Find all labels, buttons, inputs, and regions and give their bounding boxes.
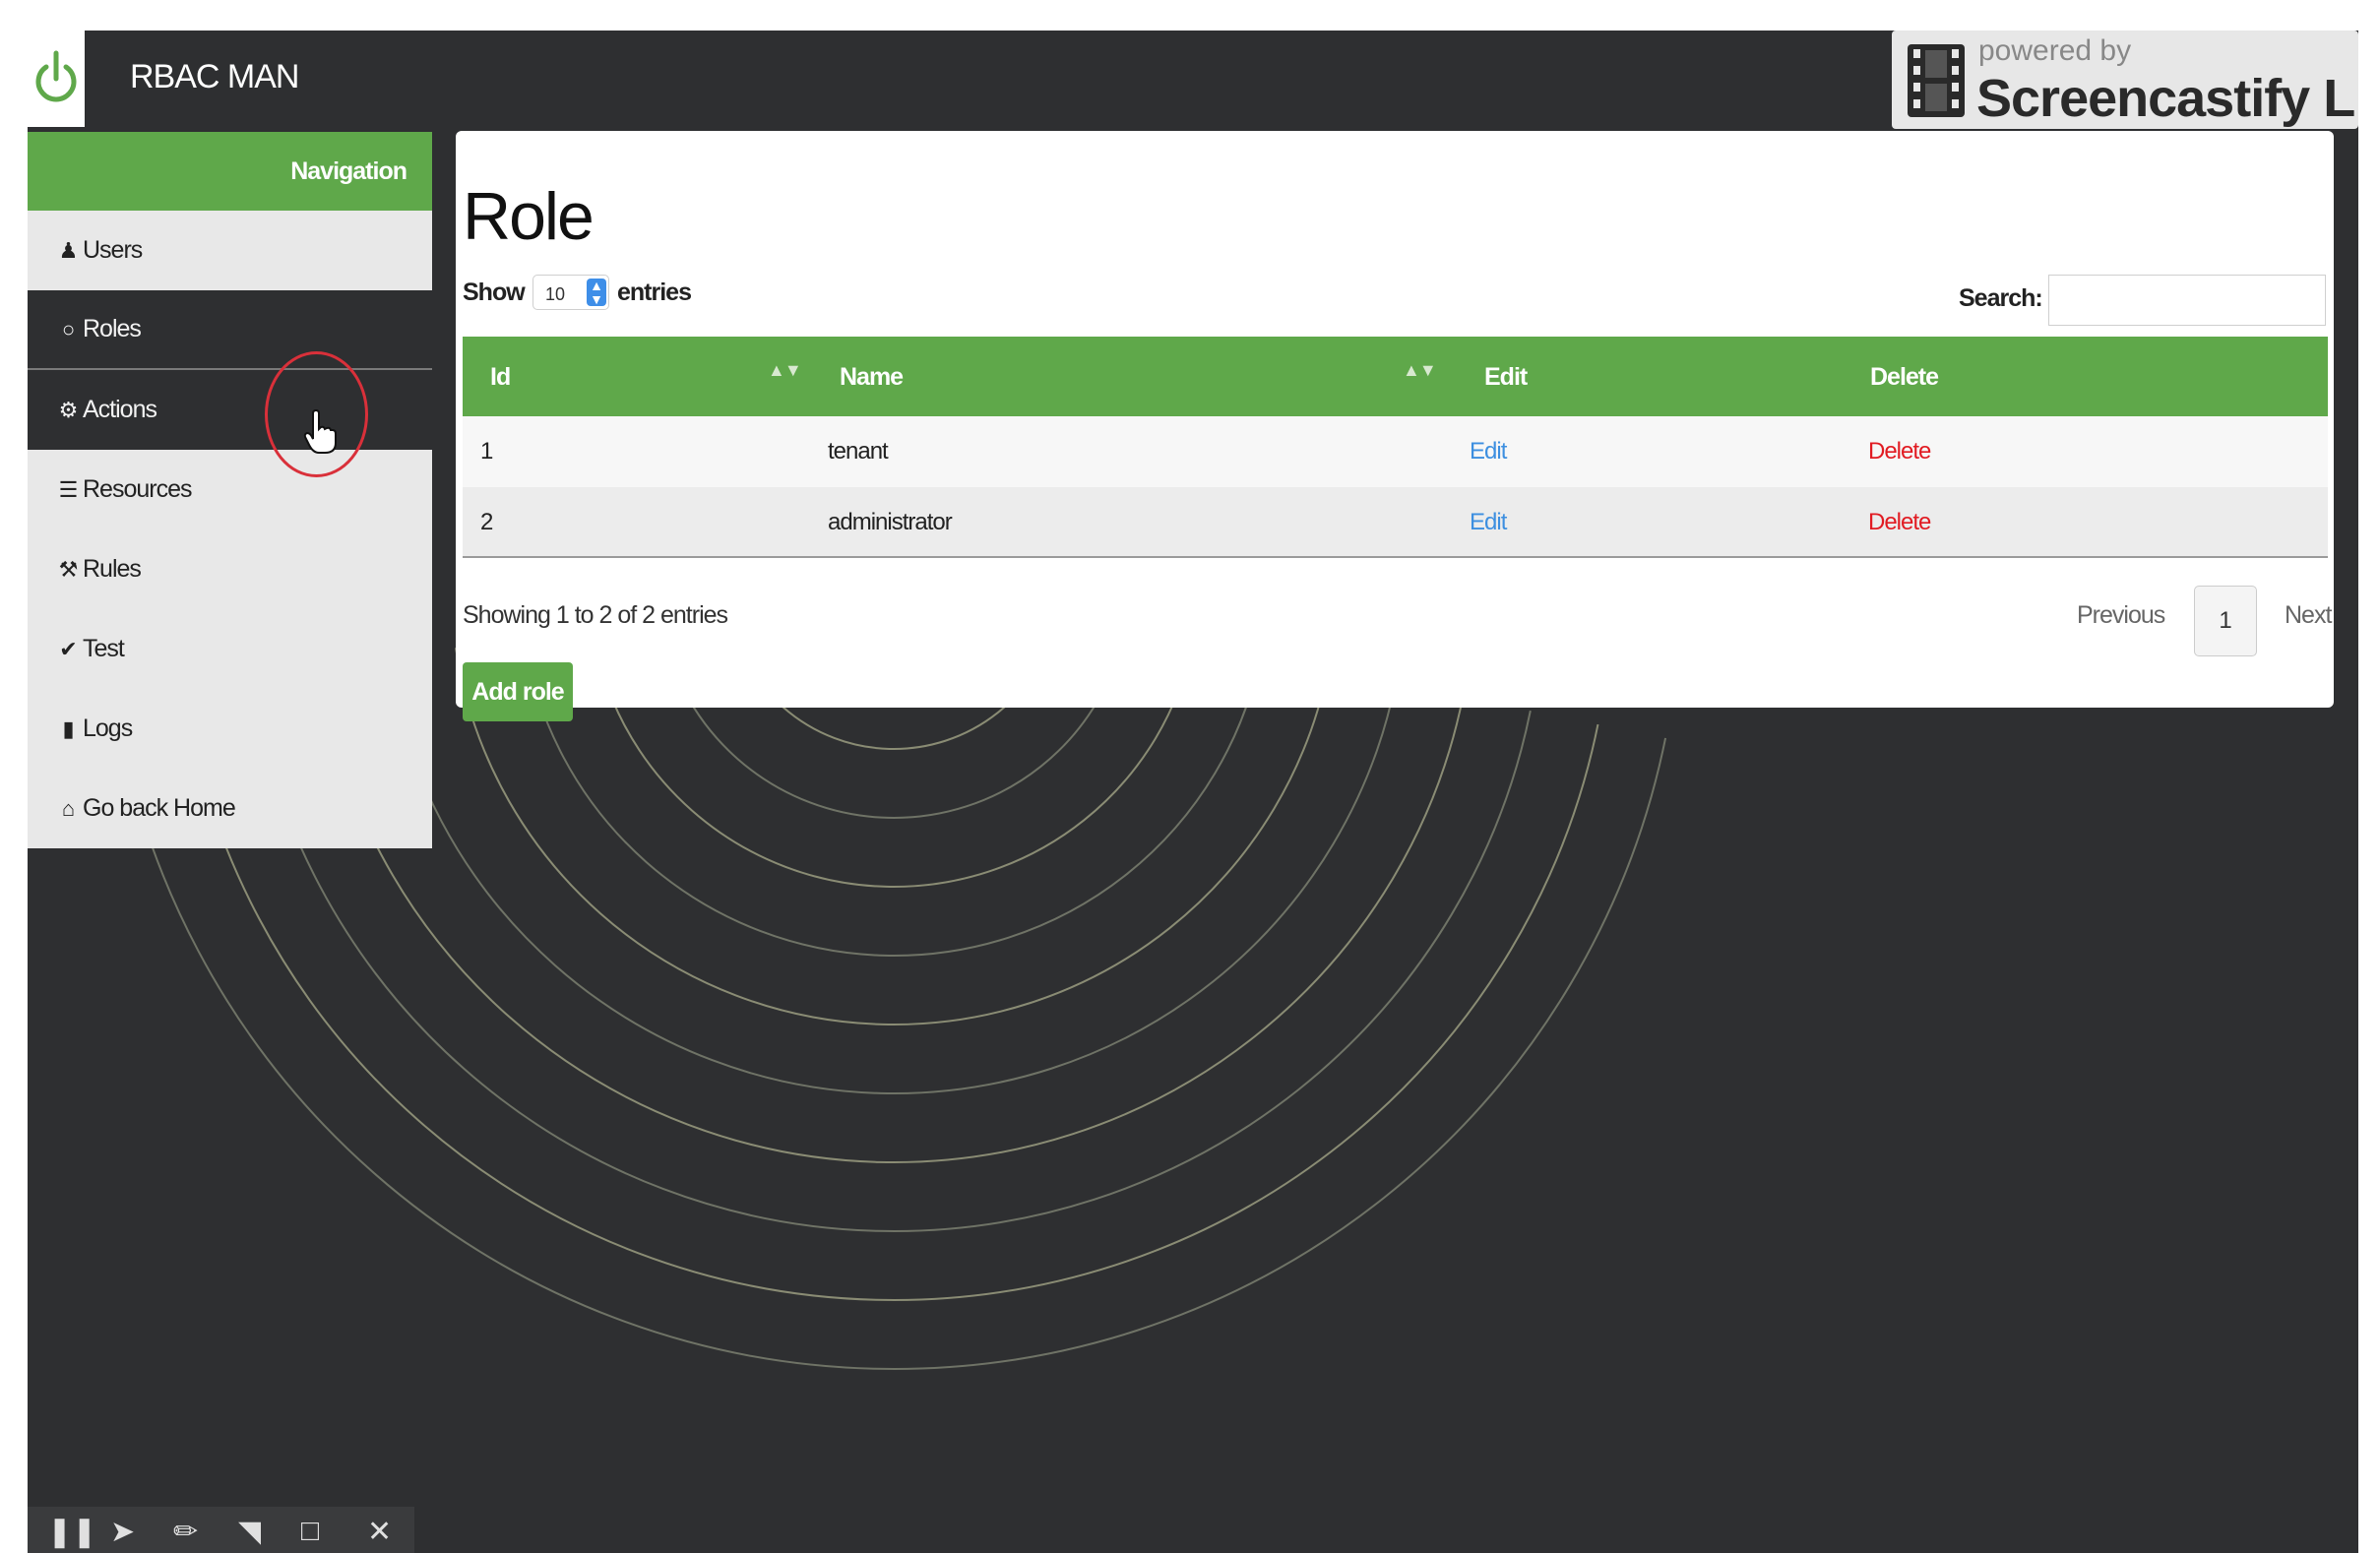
delete-link[interactable]: Delete	[1868, 438, 1931, 466]
screencastify-watermark: powered by Screencastify Lite	[1892, 31, 2358, 129]
sidebar-item-label: Go back Home	[83, 794, 236, 822]
cell-id: 2	[480, 509, 493, 535]
circle-icon: ○	[61, 316, 75, 342]
sidebar-item-actions[interactable]: ⚙ Actions	[28, 370, 432, 450]
pointer-icon[interactable]: ➤	[110, 1515, 135, 1549]
page-title: Role	[463, 179, 595, 254]
roles-table: Id ▲▼ Name ▲▼ Edit Delete 1 tenant Edit …	[463, 337, 2328, 558]
entries-label: entries	[617, 279, 692, 306]
list-icon: ☰	[58, 476, 79, 502]
rectangle-icon[interactable]: □	[301, 1515, 319, 1548]
check-icon: ✔	[59, 636, 77, 661]
gavel-icon: ⚒	[58, 556, 79, 582]
sidebar-item-label: Users	[83, 236, 143, 264]
gear-icon: ⚙	[58, 397, 79, 422]
sidebar-item-label: Rules	[83, 555, 142, 583]
show-label: Show	[463, 279, 526, 306]
sidebar-item-label: Roles	[83, 315, 142, 342]
film-icon	[1908, 44, 1965, 117]
table-row: 1 tenant Edit Delete	[463, 416, 2328, 487]
sidebar-item-label: Resources	[83, 475, 192, 503]
sidebar-item-resources[interactable]: ☰ Resources	[28, 450, 432, 529]
pen-icon[interactable]: ✏	[173, 1515, 198, 1549]
app-title[interactable]: RBAC MAN	[130, 58, 299, 96]
hand-cursor-icon	[303, 409, 337, 454]
background-arc	[386, 657, 1397, 1094]
navigation-header: Navigation	[28, 132, 432, 211]
column-header-edit[interactable]: Edit	[1484, 363, 1528, 392]
edit-link[interactable]: Edit	[1470, 509, 1507, 536]
sidebar-item-test[interactable]: ✔ Test	[28, 609, 432, 689]
pagination-page-1[interactable]: 1	[2194, 586, 2257, 656]
edit-link[interactable]: Edit	[1470, 438, 1507, 466]
entries-per-page-value: 10	[545, 284, 566, 304]
column-header-id[interactable]: Id	[490, 363, 511, 392]
home-icon: ⌂	[61, 795, 75, 821]
sort-ascending-icon[interactable]: ▲▼	[768, 360, 802, 381]
power-icon	[35, 50, 77, 102]
sidebar-item-logs[interactable]: ▮ Logs	[28, 689, 432, 769]
screen: RBAC MAN powered by Screencastify Lite N…	[28, 31, 2358, 1553]
watermark-powered-by: powered by	[1978, 34, 2132, 67]
cell-name: tenant	[828, 438, 889, 465]
close-icon[interactable]: ✕	[367, 1515, 392, 1549]
cell-name: administrator	[828, 509, 953, 535]
table-header: Id ▲▼ Name ▲▼ Edit Delete	[463, 337, 2328, 416]
column-header-name[interactable]: Name	[840, 363, 904, 392]
sidebar-item-label: Logs	[83, 714, 133, 742]
pagination-previous[interactable]: Previous	[2077, 601, 2165, 630]
user-icon: ♟	[58, 237, 79, 263]
sidebar-item-label: Test	[83, 635, 125, 662]
sidebar-item-roles[interactable]: ○ Roles	[28, 290, 432, 370]
add-role-button[interactable]: Add role	[463, 662, 573, 721]
sidebar-item-users[interactable]: ♟ Users	[28, 211, 432, 290]
file-icon: ▮	[62, 715, 74, 741]
table-row: 2 administrator Edit Delete	[463, 487, 2328, 558]
select-spinner-icon: ▲ ▼	[587, 279, 606, 306]
sidebar-item-label: Actions	[83, 396, 157, 423]
sidebar: Navigation ♟ Users ○ Roles ⚙ Actions ☰ R…	[28, 132, 432, 848]
app-logo[interactable]	[28, 31, 85, 127]
entries-per-page-select[interactable]: 10 ▲ ▼	[532, 275, 609, 310]
sidebar-item-rules[interactable]: ⚒ Rules	[28, 529, 432, 609]
table-info: Showing 1 to 2 of 2 entries	[463, 601, 728, 629]
recorder-toolbar: ❚❚ ➤ ✏ ◥ □ ✕	[28, 1507, 414, 1553]
pause-icon[interactable]: ❚❚	[47, 1515, 96, 1549]
search-input[interactable]	[2048, 275, 2326, 326]
background-arc	[318, 668, 1465, 1163]
sort-both-icon[interactable]: ▲▼	[1403, 360, 1437, 381]
watermark-brand: Screencastify Lite	[1976, 69, 2358, 128]
cell-id: 1	[480, 438, 493, 465]
eraser-icon[interactable]: ◥	[238, 1515, 261, 1549]
sidebar-item-home[interactable]: ⌂ Go back Home	[28, 769, 432, 848]
column-header-delete[interactable]: Delete	[1870, 363, 1939, 392]
pagination-next[interactable]: Next	[2285, 601, 2332, 630]
search-label: Search:	[1959, 284, 2043, 312]
role-panel: Role Show 10 ▲ ▼ entries Search: Id ▲▼ Na…	[456, 131, 2334, 721]
delete-link[interactable]: Delete	[1868, 509, 1931, 536]
